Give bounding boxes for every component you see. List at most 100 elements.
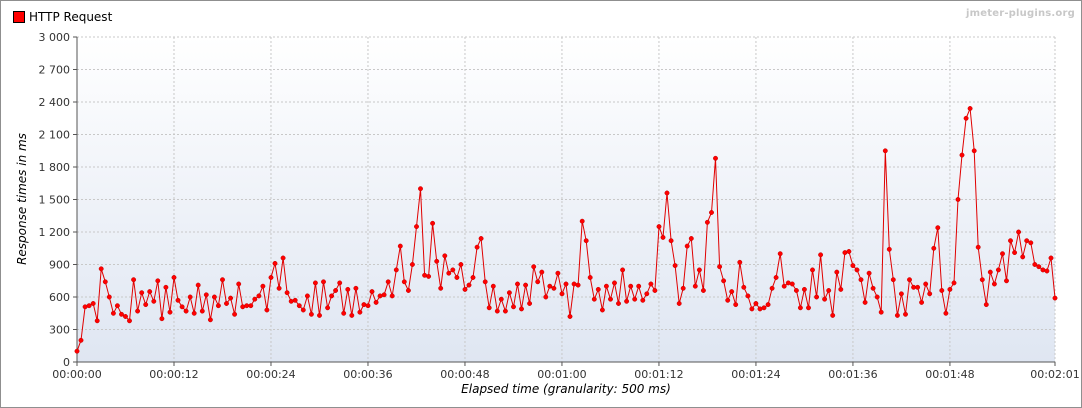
data-point <box>765 302 771 308</box>
data-point <box>599 307 605 313</box>
data-point <box>656 224 662 230</box>
data-point <box>203 292 209 298</box>
data-point <box>106 294 112 300</box>
data-point <box>644 291 650 297</box>
data-point <box>822 296 828 302</box>
y-tick-labels: 03006009001 2001 5001 8002 1002 4002 700… <box>39 31 71 369</box>
legend-swatch-icon <box>13 11 25 23</box>
data-point <box>583 238 589 244</box>
data-point <box>163 284 169 290</box>
data-point <box>405 288 411 293</box>
data-point <box>414 224 419 230</box>
y-tick-label: 2 700 <box>39 64 71 77</box>
data-point <box>919 299 925 305</box>
data-point <box>369 289 375 295</box>
data-point <box>955 197 961 202</box>
data-point <box>252 296 258 302</box>
x-tick-label: 00:00:36 <box>343 368 392 381</box>
data-point <box>519 306 524 312</box>
data-point <box>781 283 787 289</box>
data-point <box>769 285 775 291</box>
data-point <box>850 263 856 269</box>
data-point <box>539 269 545 275</box>
data-point <box>494 308 500 314</box>
data-point <box>179 304 185 310</box>
data-point <box>729 289 735 295</box>
data-point <box>935 225 941 231</box>
data-point <box>288 298 294 304</box>
data-point <box>818 252 824 258</box>
data-point <box>74 348 80 354</box>
data-point <box>608 296 613 302</box>
data-point <box>777 251 783 257</box>
data-point <box>951 280 957 286</box>
data-point <box>139 290 145 296</box>
data-point <box>90 301 96 306</box>
data-point <box>329 293 335 299</box>
x-tick-label: 00:01:36 <box>828 368 877 381</box>
data-point <box>155 278 161 284</box>
data-point <box>151 298 157 304</box>
data-point <box>482 279 488 285</box>
data-point <box>292 297 298 303</box>
data-point <box>676 301 682 306</box>
data-point <box>753 301 759 306</box>
y-tick-label: 1 200 <box>39 226 71 239</box>
data-point <box>345 286 351 292</box>
data-point <box>898 291 904 297</box>
watermark: jmeter-plugins.org <box>966 8 1075 19</box>
data-point <box>563 281 569 287</box>
data-point <box>668 238 674 244</box>
data-point <box>801 286 807 292</box>
data-point <box>434 258 440 264</box>
data-point <box>903 311 908 317</box>
y-tick-label: 3 000 <box>39 31 71 44</box>
data-point <box>1036 264 1042 270</box>
x-tick-label: 00:00:24 <box>246 368 295 381</box>
data-point <box>737 259 743 265</box>
data-point <box>733 302 739 308</box>
data-point <box>304 293 310 299</box>
data-point <box>365 303 371 309</box>
data-point <box>511 304 516 310</box>
data-point <box>680 285 686 291</box>
data-point <box>943 310 949 316</box>
data-point <box>195 282 201 288</box>
data-point <box>894 312 900 318</box>
data-point <box>858 277 864 283</box>
data-point <box>591 296 597 302</box>
data-point <box>616 301 621 306</box>
data-point <box>648 281 654 287</box>
data-point <box>854 267 860 273</box>
data-point <box>652 288 658 293</box>
data-point <box>256 293 262 299</box>
data-point <box>587 275 593 280</box>
data-point <box>975 244 981 250</box>
data-point <box>232 311 238 317</box>
data-point <box>418 186 423 192</box>
data-point <box>1052 295 1058 301</box>
data-point <box>882 148 888 154</box>
data-point <box>199 308 205 314</box>
data-point <box>325 305 331 311</box>
data-point <box>660 234 666 240</box>
data-point <box>547 283 553 289</box>
data-point <box>260 283 266 289</box>
y-axis-title: Response times in ms <box>15 133 29 265</box>
data-point <box>167 309 173 315</box>
data-point <box>207 317 213 323</box>
data-point <box>110 310 116 316</box>
data-point <box>389 293 395 299</box>
data-point <box>312 280 318 286</box>
legend: HTTP Request <box>13 10 112 24</box>
data-point <box>789 281 795 287</box>
data-point <box>438 285 444 291</box>
data-point <box>450 267 456 273</box>
data-point <box>886 246 892 252</box>
data-point <box>826 288 832 293</box>
data-point <box>672 263 678 269</box>
data-point <box>1000 251 1005 257</box>
data-point <box>923 281 929 287</box>
data-point <box>664 190 670 196</box>
data-point <box>838 286 844 292</box>
